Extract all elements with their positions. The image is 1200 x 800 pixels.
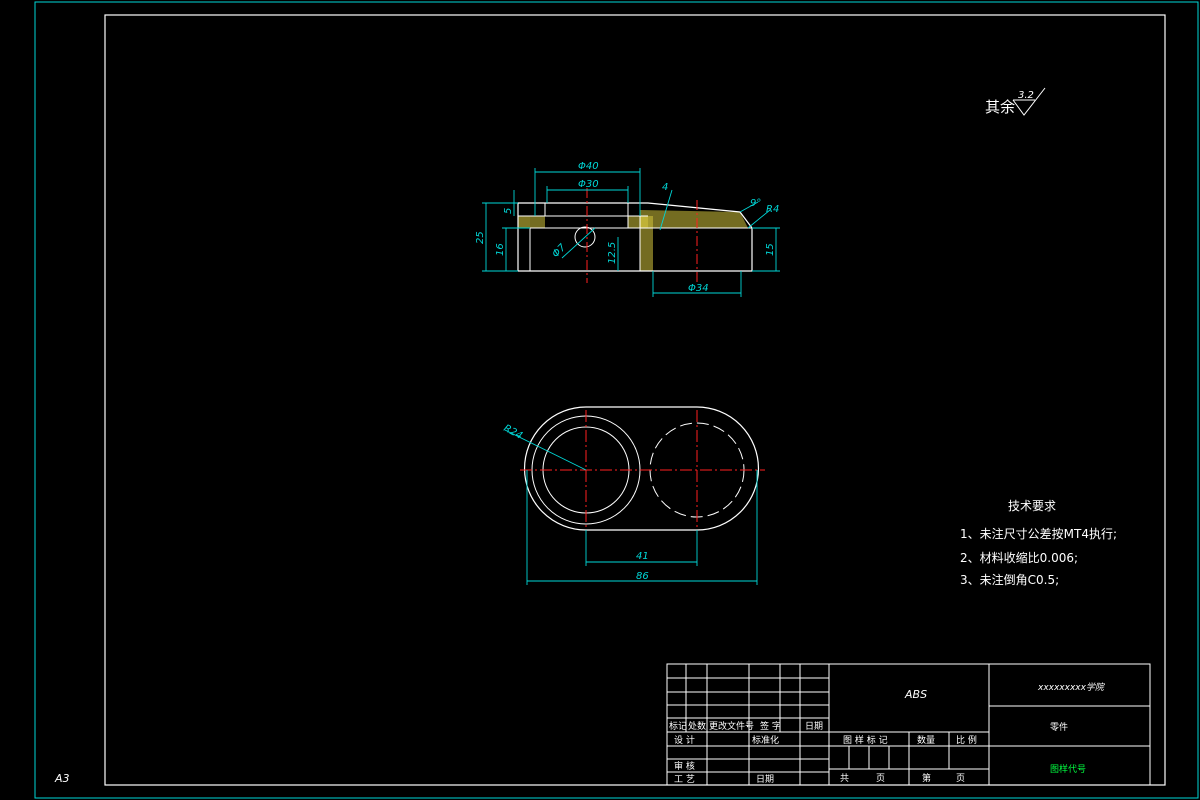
dim-w41-label: 41	[636, 551, 649, 562]
tb-header-doc: 更改文件号	[709, 720, 754, 732]
tb-role-standard: 标准化	[752, 734, 779, 746]
tb-scale: 比 例	[956, 734, 977, 746]
tb-part-name: 零件	[1050, 721, 1068, 733]
dim-h16-label: 16	[495, 243, 506, 256]
tb-header-mark: 标记	[669, 720, 687, 732]
tb-header-date: 日期	[805, 721, 823, 732]
top-outer-outline	[523, 406, 760, 531]
hatch-region-slope	[640, 210, 748, 228]
hatch-region-left-top	[530, 216, 545, 228]
dim-t4-label: 4	[662, 182, 668, 193]
dim-r24-label: R24	[502, 423, 525, 442]
tb-page2: 页	[956, 773, 965, 784]
hatch-region-left	[518, 216, 530, 228]
tech-requirement-item: 3、未注倒角C0.5;	[960, 572, 1059, 587]
dim-d7-label: Φ7	[550, 242, 568, 260]
tech-requirements-title: 技术要求	[1008, 499, 1056, 513]
front-dimension-lines	[482, 168, 780, 297]
tb-role-process: 工 艺	[674, 774, 695, 785]
dim-d30-label: Φ30	[578, 179, 599, 190]
dim-w86-label: 86	[636, 571, 649, 582]
tb-material: ABS	[904, 688, 927, 701]
title-block-text: 标记 处数 更改文件号 签 字 日期 设 计 标准化 审 核 工 艺 日期 AB…	[669, 682, 1106, 785]
tb-role-design: 设 计	[674, 734, 695, 746]
sheet-size-label: A3	[54, 772, 70, 785]
cad-drawing-sheet: A3 其余 3.2 Φ40 Φ30 Φ34 4 9° R4 25 5 16 12…	[34, 1, 1199, 799]
top-view: R24 41 86	[502, 406, 765, 585]
dim-h12-5-label: 12.5	[607, 242, 618, 264]
surface-finish-value: 3.2	[1018, 90, 1034, 101]
tb-header-sign: 签 字	[760, 720, 781, 732]
tb-drawing-no: 图样代号	[1050, 763, 1086, 775]
leader-d7	[561, 227, 596, 259]
tech-requirement-item: 1、未注尺寸公差按MT4执行;	[960, 526, 1117, 541]
tb-role-date: 日期	[756, 774, 774, 785]
surface-finish-label: 其余	[985, 98, 1015, 116]
top-dimension-lines	[504, 429, 758, 585]
outer-border	[34, 1, 1199, 799]
dim-d34-label: Φ34	[688, 283, 709, 294]
dim-h5-label: 5	[503, 208, 514, 214]
tech-requirement-item: 2、材料收缩比0.006;	[960, 550, 1078, 565]
front-section-view: Φ40 Φ30 Φ34 4 9° R4 25 5 16 12.5 15 Φ7	[475, 161, 780, 297]
dim-h25-label: 25	[475, 231, 486, 244]
tb-total: 共	[840, 773, 849, 784]
dim-d40-label: Φ40	[578, 161, 599, 172]
dim-h15-label: 15	[765, 243, 776, 256]
surface-finish-note: 其余 3.2	[985, 87, 1046, 116]
tb-quantity: 数量	[917, 734, 935, 746]
tb-school: xxxxxxxxx学院	[1037, 682, 1106, 693]
inner-border	[104, 14, 1166, 786]
dim-r4-label: R4	[766, 204, 779, 215]
tb-sample-mark: 图 样 标 记	[843, 734, 888, 746]
tb-sheet-no: 第	[922, 772, 931, 784]
hatch-region-wall	[640, 216, 653, 271]
tb-header-count: 处数	[688, 720, 706, 732]
tech-requirements: 技术要求 1、未注尺寸公差按MT4执行; 2、材料收缩比0.006; 3、未注倒…	[960, 499, 1117, 587]
dim-angle-label: 9°	[750, 198, 761, 209]
tb-page: 页	[876, 773, 885, 784]
tb-role-review: 审 核	[674, 760, 695, 772]
